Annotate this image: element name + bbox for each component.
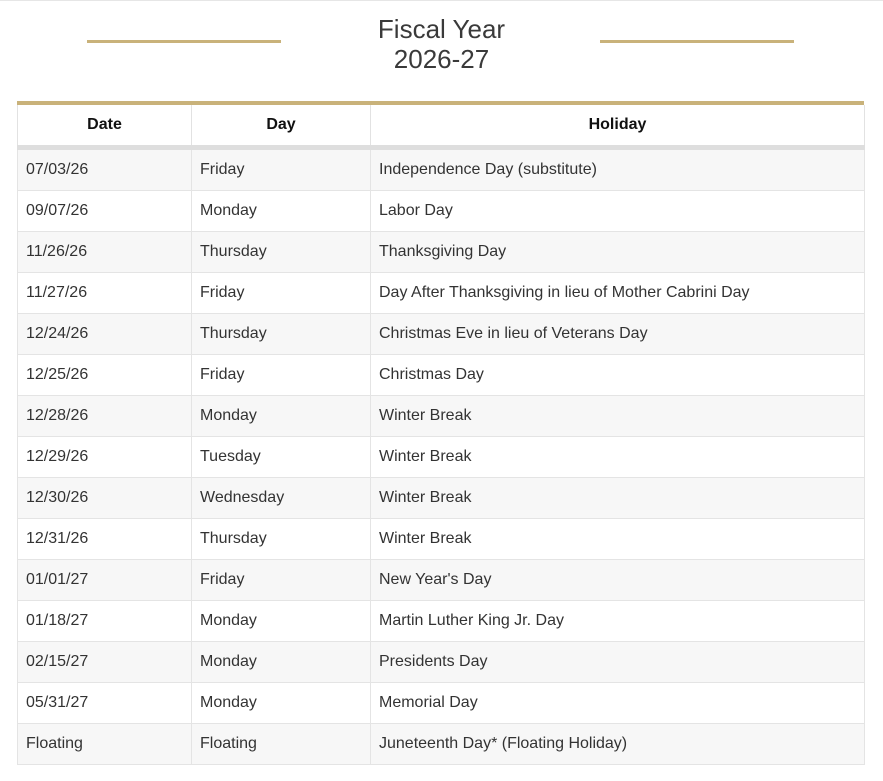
page-heading: Fiscal Year 2026-27 (0, 14, 883, 80)
cell-date: 01/18/27 (17, 600, 192, 642)
table-row: Floating Floating Juneteenth Day* (Float… (17, 723, 865, 765)
cell-day: Monday (191, 190, 371, 232)
heading-decor-line-right (600, 40, 794, 43)
table-row: 11/26/26 Thursday Thanksgiving Day (17, 231, 865, 273)
table-row: 02/15/27 Monday Presidents Day (17, 641, 865, 683)
cell-holiday: Winter Break (370, 395, 865, 437)
cell-day: Thursday (191, 313, 371, 355)
table-row: 07/03/26 Friday Independence Day (substi… (17, 147, 865, 191)
cell-date: 09/07/26 (17, 190, 192, 232)
cell-holiday: Day After Thanksgiving in lieu of Mother… (370, 272, 865, 314)
page-title-line1: Fiscal Year (377, 14, 506, 44)
table-row: 01/01/27 Friday New Year's Day (17, 559, 865, 601)
cell-day: Monday (191, 395, 371, 437)
table-header: Date Day Holiday (17, 105, 865, 150)
cell-date: 05/31/27 (17, 682, 192, 724)
cell-date: 12/24/26 (17, 313, 192, 355)
cell-day: Monday (191, 682, 371, 724)
cell-holiday: Winter Break (370, 436, 865, 478)
holiday-table: Date Day Holiday 07/03/26 Friday Indepen… (17, 105, 865, 765)
table-row: 12/24/26 Thursday Christmas Eve in lieu … (17, 313, 865, 355)
table-row: 11/27/26 Friday Day After Thanksgiving i… (17, 272, 865, 314)
cell-holiday: Juneteenth Day* (Floating Holiday) (370, 723, 865, 765)
cell-date: 11/27/26 (17, 272, 192, 314)
heading-decor-line-left (87, 40, 281, 43)
cell-date: 12/30/26 (17, 477, 192, 519)
column-header-day: Day (191, 105, 371, 150)
cell-date: 12/25/26 (17, 354, 192, 396)
cell-date: 07/03/26 (17, 147, 192, 191)
table-row: 12/29/26 Tuesday Winter Break (17, 436, 865, 478)
cell-day: Monday (191, 641, 371, 683)
cell-day: Friday (191, 559, 371, 601)
table-row: 12/30/26 Wednesday Winter Break (17, 477, 865, 519)
cell-holiday: Labor Day (370, 190, 865, 232)
cell-day: Thursday (191, 231, 371, 273)
cell-holiday: New Year's Day (370, 559, 865, 601)
cell-date: 11/26/26 (17, 231, 192, 273)
table-row: 12/25/26 Friday Christmas Day (17, 354, 865, 396)
cell-date: 02/15/27 (17, 641, 192, 683)
cell-day: Wednesday (191, 477, 371, 519)
table-row: 12/28/26 Monday Winter Break (17, 395, 865, 437)
cell-date: 12/28/26 (17, 395, 192, 437)
cell-holiday: Winter Break (370, 518, 865, 560)
cell-date: 12/29/26 (17, 436, 192, 478)
table-row: 01/18/27 Monday Martin Luther King Jr. D… (17, 600, 865, 642)
cell-day: Friday (191, 147, 371, 191)
cell-date: 01/01/27 (17, 559, 192, 601)
table-row: 05/31/27 Monday Memorial Day (17, 682, 865, 724)
cell-date: Floating (17, 723, 192, 765)
cell-holiday: Winter Break (370, 477, 865, 519)
cell-day: Tuesday (191, 436, 371, 478)
table-row: 12/31/26 Thursday Winter Break (17, 518, 865, 560)
cell-day: Friday (191, 272, 371, 314)
page-title: Fiscal Year 2026-27 (290, 14, 593, 74)
cell-holiday: Christmas Eve in lieu of Veterans Day (370, 313, 865, 355)
table-header-row: Date Day Holiday (17, 105, 865, 150)
top-divider (0, 0, 883, 1)
cell-holiday: Independence Day (substitute) (370, 147, 865, 191)
table-body: 07/03/26 Friday Independence Day (substi… (17, 147, 865, 765)
cell-holiday: Presidents Day (370, 641, 865, 683)
cell-holiday: Thanksgiving Day (370, 231, 865, 273)
page-title-line2: 2026-27 (393, 44, 490, 74)
cell-holiday: Memorial Day (370, 682, 865, 724)
cell-holiday: Martin Luther King Jr. Day (370, 600, 865, 642)
column-header-date: Date (17, 105, 192, 150)
table-row: 09/07/26 Monday Labor Day (17, 190, 865, 232)
cell-day: Thursday (191, 518, 371, 560)
column-header-holiday: Holiday (370, 105, 865, 150)
cell-holiday: Christmas Day (370, 354, 865, 396)
cell-day: Floating (191, 723, 371, 765)
cell-day: Friday (191, 354, 371, 396)
cell-date: 12/31/26 (17, 518, 192, 560)
holiday-table-container: Date Day Holiday 07/03/26 Friday Indepen… (17, 101, 865, 765)
cell-day: Monday (191, 600, 371, 642)
